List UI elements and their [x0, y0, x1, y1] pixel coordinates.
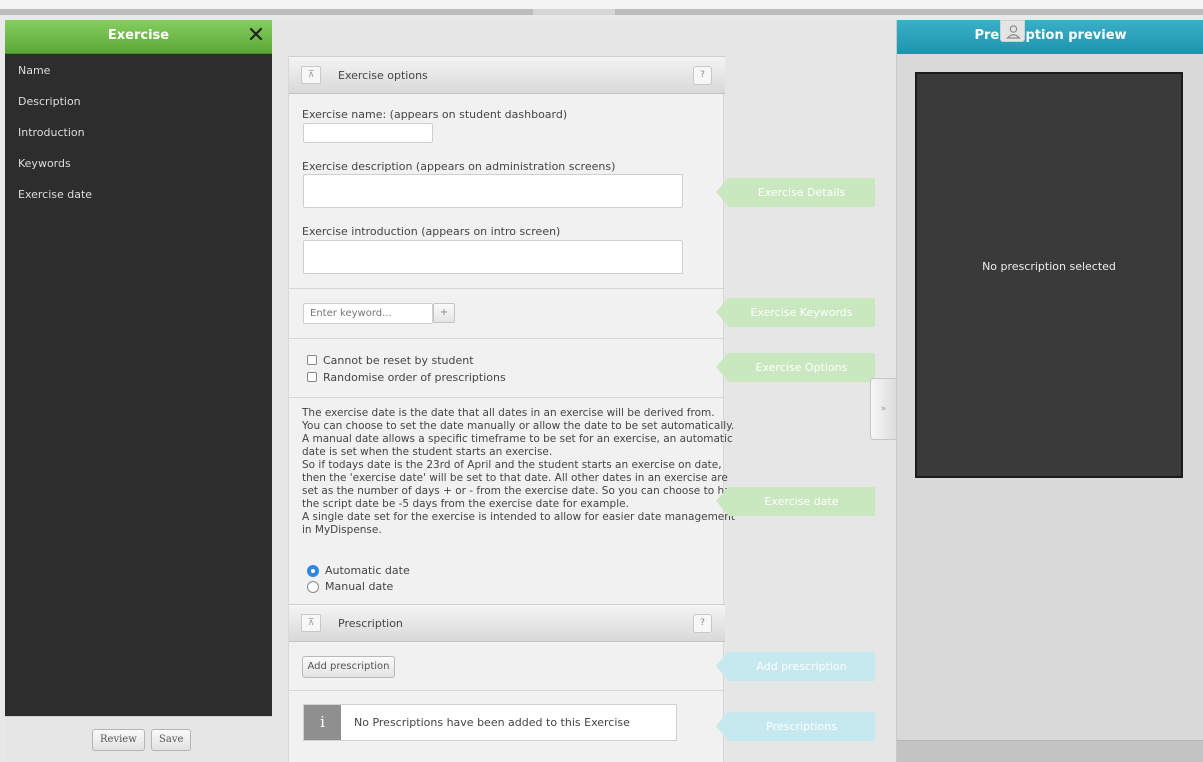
exercise-name-label: Exercise name: (appears on student dashb…: [302, 108, 568, 121]
exercise-date-description: The exercise date is the date that all d…: [302, 407, 744, 537]
callout-arrow: [716, 712, 728, 740]
description-line: You can choose to set the date manually …: [302, 420, 735, 432]
sidebar-nav: Name Description Introduction Keywords E…: [5, 64, 272, 219]
info-icon: i: [304, 705, 341, 740]
add-prescription-button[interactable]: Add prescription: [302, 656, 395, 678]
help-button[interactable]: ?: [693, 66, 712, 85]
keyword-input[interactable]: [303, 303, 433, 324]
preview-area: No prescription selected: [915, 72, 1183, 478]
automatic-date-radio[interactable]: [307, 564, 319, 577]
divider: [289, 288, 725, 289]
callout-arrow: [716, 298, 728, 326]
callout-arrow: [716, 178, 728, 206]
description-line: date is set when the student starts an e…: [302, 446, 553, 458]
user-icon-glyph: [1006, 25, 1021, 39]
sidebar-item-keywords[interactable]: Keywords: [5, 157, 272, 188]
top-bar-right: [615, 9, 1203, 15]
reset-checkbox[interactable]: [307, 355, 317, 365]
preview-empty-text: No prescription selected: [982, 260, 1116, 273]
callout-label: Exercise date: [728, 487, 875, 516]
randomise-checkbox-row[interactable]: Randomise order of prescriptions: [307, 369, 506, 385]
exercise-options-header: ⊼ Exercise options ?: [289, 56, 725, 94]
description-line: A manual date allows a specific timefram…: [302, 433, 733, 445]
sidebar-item-introduction[interactable]: Introduction: [5, 126, 272, 157]
randomise-checkbox-label: Randomise order of prescriptions: [323, 370, 506, 384]
sidebar-item-description[interactable]: Description: [5, 95, 272, 126]
preview-footer: [897, 740, 1203, 762]
sidebar-item-name[interactable]: Name: [5, 64, 272, 95]
save-button[interactable]: Save: [151, 729, 192, 751]
manual-date-option[interactable]: Manual date: [307, 579, 393, 594]
reset-checkbox-row[interactable]: Cannot be reset by student: [307, 352, 474, 368]
user-icon[interactable]: [1000, 20, 1025, 42]
exercise-introduction-input[interactable]: [303, 240, 683, 274]
top-bar-left: [0, 9, 533, 15]
description-line: then the 'exercise date' will be set to …: [302, 472, 728, 484]
close-icon[interactable]: ✕: [245, 24, 267, 48]
sidebar-title: Exercise: [107, 28, 170, 43]
callout-arrow: [716, 487, 728, 515]
sidebar-item-exercise-date[interactable]: Exercise date: [5, 188, 272, 219]
exercise-name-input[interactable]: [303, 123, 433, 143]
add-keyword-button[interactable]: +: [433, 303, 455, 323]
divider: [289, 397, 725, 398]
callout-label: Exercise Keywords: [728, 298, 875, 327]
randomise-checkbox[interactable]: [307, 372, 317, 382]
exercise-description-input[interactable]: [303, 174, 683, 208]
description-line: So if todays date is the 23rd of April a…: [302, 459, 722, 471]
top-strip: [0, 0, 1203, 9]
collapse-icon[interactable]: ⊼: [301, 66, 321, 84]
reset-checkbox-label: Cannot be reset by student: [323, 353, 474, 367]
top-bar-middle: [533, 9, 615, 15]
manual-date-label: Manual date: [325, 580, 394, 593]
sidebar-footer: Review Save: [5, 716, 272, 762]
description-line: The exercise date is the date that all d…: [302, 407, 715, 419]
exercise-introduction-label: Exercise introduction (appears on intro …: [302, 225, 561, 238]
prescription-preview-panel: Prescription preview No prescription sel…: [896, 20, 1203, 762]
callout-label: Add prescription: [728, 652, 875, 681]
help-button[interactable]: ?: [693, 614, 712, 633]
prescription-header: ⊼ Prescription ?: [289, 604, 725, 642]
automatic-date-option[interactable]: Automatic date: [307, 563, 410, 578]
exercise-description-label: Exercise description (appears on adminis…: [302, 160, 616, 173]
preview-header: Prescription preview: [897, 20, 1203, 54]
manual-date-radio[interactable]: [307, 580, 319, 593]
callout-arrow: [716, 353, 728, 381]
callout-label: Exercise Options: [728, 353, 875, 382]
callout-label: Exercise Details: [728, 178, 875, 207]
exercise-options-title: Exercise options: [338, 69, 428, 82]
callout-arrow: [716, 652, 728, 680]
exercise-sidebar: Exercise ✕ Name Description Introduction…: [5, 20, 272, 762]
preview-title: Prescription preview: [974, 28, 1127, 43]
empty-prescriptions-notice: i No Prescriptions have been added to th…: [303, 704, 677, 741]
sidebar-header: Exercise ✕: [5, 20, 272, 54]
center-panel: ⊼ Exercise options ? Exercise name: (app…: [272, 20, 896, 762]
exercise-form: ⊼ Exercise options ? Exercise name: (app…: [288, 56, 744, 762]
expand-preview-button[interactable]: »: [870, 378, 897, 440]
description-line: in MyDispense.: [302, 524, 382, 536]
automatic-date-label: Automatic date: [325, 564, 410, 577]
collapse-icon[interactable]: ⊼: [301, 614, 321, 632]
description-line: the script date be -5 days from the exer…: [302, 498, 629, 510]
divider: [289, 690, 725, 691]
description-line: A single date set for the exercise is in…: [302, 511, 736, 523]
callout-label: Prescriptions: [728, 712, 875, 741]
empty-prescriptions-message: No Prescriptions have been added to this…: [354, 716, 630, 729]
description-line: set as the number of days + or - from th…: [302, 485, 744, 497]
review-button[interactable]: Review: [92, 729, 145, 751]
prescription-title: Prescription: [338, 617, 403, 630]
divider: [289, 338, 725, 339]
